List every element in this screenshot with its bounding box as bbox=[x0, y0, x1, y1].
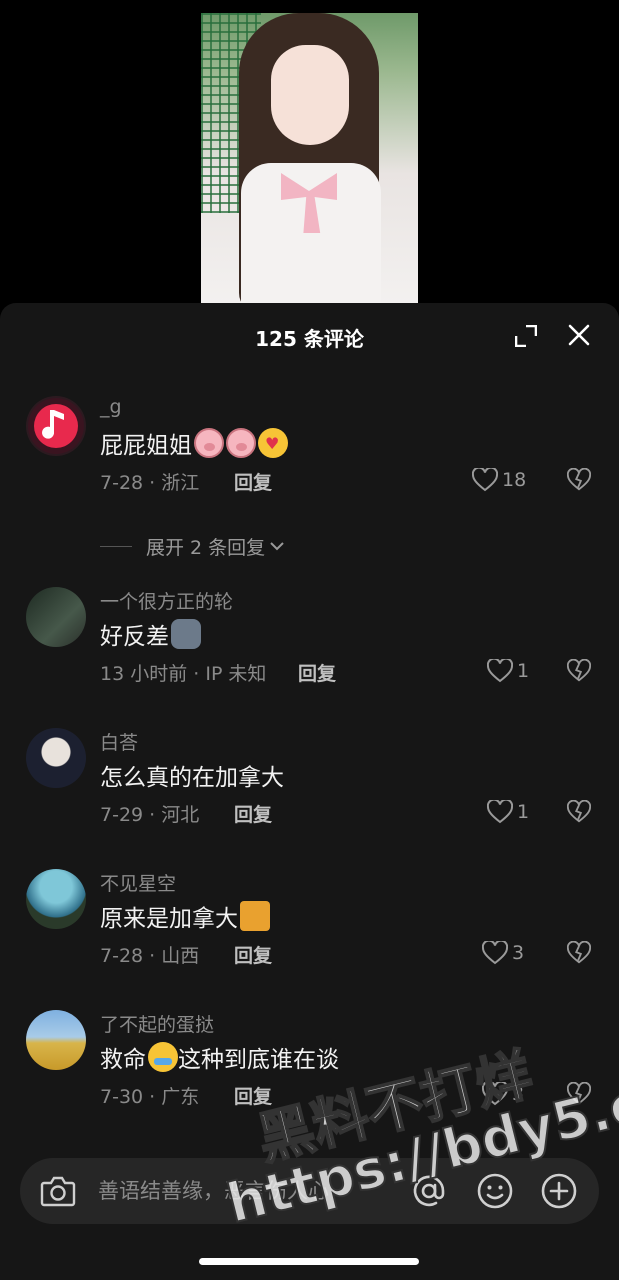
comment-meta: 7-29 · 河北 bbox=[100, 804, 200, 826]
video-thumbnail[interactable] bbox=[201, 13, 418, 305]
broken-heart-icon[interactable] bbox=[567, 941, 591, 965]
comments-sheet: 125 条评论 _g 屁屁姐姐 7-28 · 浙江 回复 18 bbox=[0, 303, 619, 1280]
comment-text: 屁屁姐姐 bbox=[100, 426, 288, 460]
at-mention-icon[interactable] bbox=[410, 1172, 448, 1210]
heart-icon bbox=[482, 941, 508, 965]
comment-username[interactable]: 一个很方正的轮 bbox=[100, 587, 233, 614]
comment-item: 一个很方正的轮 好反差 13 小时前 · IP 未知 回复 1 bbox=[0, 587, 619, 717]
reply-button[interactable]: 回复 bbox=[234, 800, 272, 827]
crying-emoji-icon bbox=[148, 1042, 178, 1072]
reply-button[interactable]: 回复 bbox=[234, 941, 272, 968]
avatar[interactable] bbox=[26, 728, 86, 788]
like-button[interactable]: 1 bbox=[487, 658, 529, 684]
like-count: 18 bbox=[502, 469, 527, 491]
face-shape bbox=[271, 45, 349, 145]
comment-item: 不见星空 原来是加拿大 7-28 · 山西 回复 3 bbox=[0, 869, 619, 999]
close-icon[interactable] bbox=[567, 323, 591, 347]
comment-text-content: 这种到底谁在谈 bbox=[178, 1047, 339, 1073]
cat-emoji-icon bbox=[240, 901, 270, 931]
comment-text: 好反差 bbox=[100, 617, 201, 651]
plus-icon[interactable] bbox=[540, 1172, 578, 1210]
chevron-down-icon bbox=[270, 542, 284, 551]
like-count: 3 bbox=[512, 1083, 525, 1105]
comment-text-content: 原来是加拿大 bbox=[100, 906, 238, 932]
like-count: 1 bbox=[517, 660, 530, 682]
broken-heart-icon[interactable] bbox=[567, 800, 591, 824]
home-indicator[interactable] bbox=[199, 1258, 419, 1265]
pig-emoji-icon bbox=[226, 428, 256, 458]
comment-text: 怎么真的在加拿大 bbox=[100, 765, 284, 791]
comment-meta: 13 小时前 · IP 未知 bbox=[100, 663, 267, 685]
comment-text: 原来是加拿大 bbox=[100, 899, 270, 933]
comment-text-content: 救命 bbox=[100, 1047, 146, 1073]
comment-username[interactable]: 不见星空 bbox=[100, 869, 176, 896]
comment-username[interactable]: 白荅 bbox=[100, 728, 138, 755]
pig-emoji-icon bbox=[194, 428, 224, 458]
comment-item: 了不起的蛋挞 救命 这种到底谁在谈 7-30 · 广东 回复 3 bbox=[0, 1010, 619, 1140]
heart-icon bbox=[472, 468, 498, 492]
comment-input-bar bbox=[20, 1158, 599, 1224]
expand-replies-button[interactable]: 展开 2 条回复 bbox=[100, 533, 285, 559]
avatar[interactable] bbox=[26, 396, 86, 456]
like-button[interactable]: 3 bbox=[482, 1081, 524, 1107]
like-button[interactable]: 3 bbox=[482, 940, 524, 966]
avatar[interactable] bbox=[26, 587, 86, 647]
reply-button[interactable]: 回复 bbox=[234, 468, 272, 495]
like-count: 1 bbox=[517, 801, 530, 823]
comment-meta: 7-28 · 浙江 bbox=[100, 472, 200, 494]
comment-text-content: 好反差 bbox=[100, 624, 169, 650]
avatar[interactable] bbox=[26, 1010, 86, 1070]
heart-icon bbox=[487, 800, 513, 824]
expand-icon[interactable] bbox=[515, 325, 537, 347]
comment-username[interactable]: _g bbox=[100, 396, 122, 418]
shirt-shape bbox=[241, 163, 381, 305]
comment-item: _g 屁屁姐姐 7-28 · 浙江 回复 18 bbox=[0, 396, 619, 526]
broken-heart-icon[interactable] bbox=[567, 1082, 591, 1106]
heart-icon bbox=[482, 1082, 508, 1106]
comment-text: 救命 这种到底谁在谈 bbox=[100, 1040, 339, 1074]
broken-heart-icon[interactable] bbox=[567, 659, 591, 683]
comment-input[interactable] bbox=[98, 1168, 398, 1214]
divider bbox=[100, 545, 132, 547]
camera-icon[interactable] bbox=[40, 1174, 76, 1208]
comment-username[interactable]: 了不起的蛋挞 bbox=[100, 1010, 214, 1037]
heart-icon bbox=[487, 659, 513, 683]
emoji-icon[interactable] bbox=[476, 1172, 514, 1210]
avatar[interactable] bbox=[26, 869, 86, 929]
like-button[interactable]: 18 bbox=[472, 467, 526, 493]
reply-button[interactable]: 回复 bbox=[234, 1082, 272, 1109]
comment-meta: 7-30 · 广东 bbox=[100, 1086, 200, 1108]
comment-item: 白荅 怎么真的在加拿大 7-29 · 河北 回复 1 bbox=[0, 728, 619, 858]
expand-replies-label: 展开 2 条回复 bbox=[146, 536, 266, 559]
like-count: 3 bbox=[512, 942, 525, 964]
sheet-header: 125 条评论 bbox=[0, 303, 619, 369]
wolf-emoji-icon bbox=[171, 619, 201, 649]
broken-heart-icon[interactable] bbox=[567, 468, 591, 492]
reply-button[interactable]: 回复 bbox=[298, 659, 336, 686]
heart-face-emoji-icon bbox=[258, 428, 288, 458]
comment-text-content: 屁屁姐姐 bbox=[100, 433, 192, 459]
music-note-avatar-icon bbox=[28, 398, 84, 454]
comment-meta: 7-28 · 山西 bbox=[100, 945, 200, 967]
like-button[interactable]: 1 bbox=[487, 799, 529, 825]
